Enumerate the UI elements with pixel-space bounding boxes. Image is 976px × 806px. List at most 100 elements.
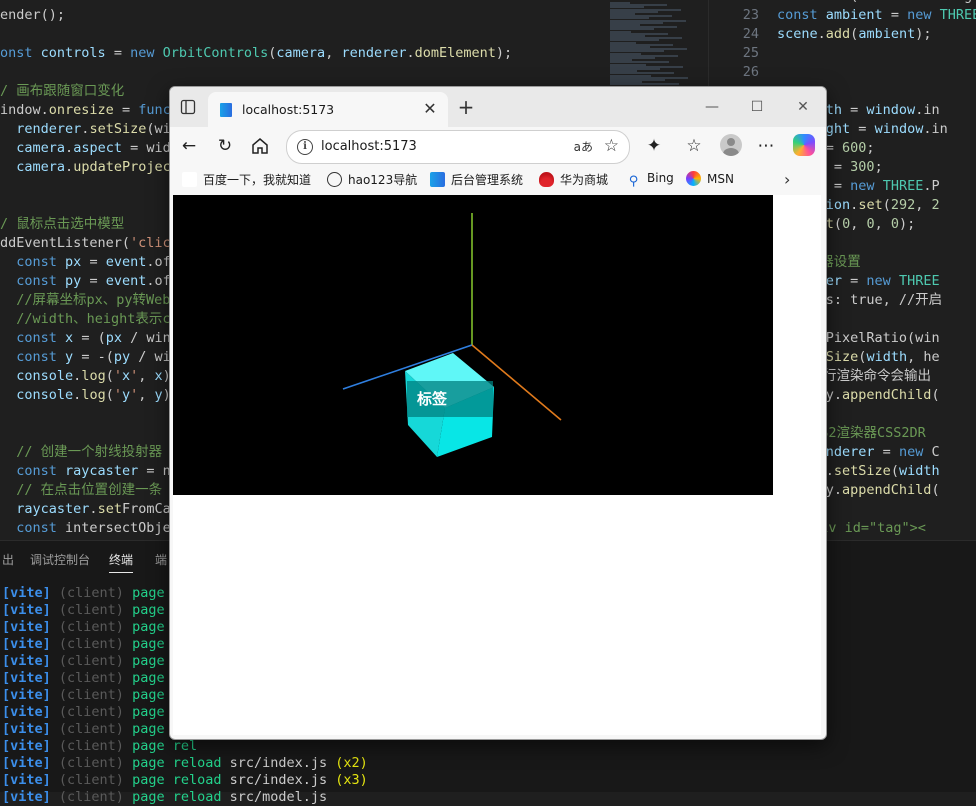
page-viewport[interactable]: 标签: [173, 195, 821, 735]
terminal-msg: page reload: [132, 755, 230, 771]
extensions-puzzle-icon[interactable]: ✦: [644, 136, 664, 156]
favorite-label: hao123导航: [348, 173, 418, 187]
profile-avatar[interactable]: [720, 134, 742, 156]
terminal-line: [vite] (client) page rel: [2, 738, 205, 755]
code-line[interactable]: const px = event.off: [0, 253, 179, 272]
terminal-client: (client): [58, 619, 133, 635]
scene-render: [342, 213, 562, 457]
code-line[interactable]: // 在点击位置创建一条: [0, 481, 162, 500]
code-line[interactable]: indow.onresize = functi: [0, 101, 187, 120]
code-line[interactable]: const intersectObjec: [0, 519, 179, 538]
huawei-icon: [539, 172, 554, 187]
minimize-icon[interactable]: —: [702, 97, 722, 117]
code-line[interactable]: //屏幕坐标px、py转Web: [0, 291, 170, 310]
favorites-bar: 百度一下，我就知道 hao123导航 后台管理系统 华为商城 ⚲ Bing MSN…: [170, 165, 826, 195]
terminal-line: [vite] (client) page reload src/index.js…: [2, 755, 376, 772]
terminal-msg: page rel: [132, 738, 206, 754]
browser-tab-title: localhost:5173: [242, 102, 335, 117]
code-line[interactable]: ddEventListener('click': [0, 234, 187, 253]
terminal-tag: [vite]: [2, 789, 59, 805]
copilot-icon[interactable]: [793, 134, 815, 156]
terminal-file: src/index.js: [229, 772, 336, 788]
favorite-label: Bing: [647, 171, 674, 185]
code-line[interactable]: console.log('x', x);: [0, 367, 179, 386]
browser-tab-active[interactable]: localhost:5173 ✕: [208, 92, 448, 127]
terminal-count: (x3): [335, 772, 376, 788]
terminal-tag: [vite]: [2, 602, 59, 618]
browser-window: localhost:5173 ✕ + — ☐ ✕ ← ↻ i localhost…: [169, 86, 827, 740]
code-line[interactable]: / 鼠标点击选中模型: [0, 215, 124, 234]
code-line[interactable]: camera.aspect = widt: [0, 139, 179, 158]
favorite-huawei[interactable]: 华为商城: [539, 171, 608, 189]
css2d-tag-label[interactable]: 标签: [407, 381, 493, 417]
folder-icon: [430, 172, 445, 187]
chevron-right-icon[interactable]: ›: [784, 170, 790, 189]
terminal-tag: [vite]: [2, 585, 59, 601]
msn-icon: [686, 171, 701, 186]
code-line[interactable]: console.log('y', y);: [0, 386, 179, 405]
code-line[interactable]: camera.updateProject: [0, 158, 179, 177]
code-line[interactable]: const x = (px / wind: [0, 329, 179, 348]
terminal-client: (client): [58, 636, 133, 652]
code-line[interactable]: // 创建一个射线投射器: [0, 443, 162, 462]
tab-actions-icon[interactable]: [180, 99, 196, 115]
favorite-label: 后台管理系统: [451, 173, 524, 187]
code-line[interactable]: onst controls = new OrbitControls(camera…: [0, 44, 512, 63]
terminal-client: (client): [58, 602, 133, 618]
terminal-client: (client): [58, 585, 133, 601]
code-line[interactable]: renderer.setSize(wid: [0, 120, 179, 139]
terminal-tag: [vite]: [2, 721, 59, 737]
line-number: 26: [742, 64, 759, 80]
terminal-tag: [vite]: [2, 670, 59, 686]
tab-terminal[interactable]: 终端: [109, 551, 134, 573]
favorite-label: MSN: [707, 172, 734, 186]
vite-favicon-icon: [220, 103, 232, 117]
line-number: 24: [742, 26, 759, 42]
favorite-msn[interactable]: MSN: [686, 171, 734, 189]
tab-ports[interactable]: 端: [155, 551, 167, 568]
code-line[interactable]: raycaster.setFromCam: [0, 500, 179, 519]
favorite-admin[interactable]: 后台管理系统: [430, 171, 523, 189]
more-menu-icon[interactable]: ⋯: [756, 136, 776, 156]
browser-titlebar: localhost:5173 ✕ + — ☐ ✕: [170, 87, 826, 127]
favorite-baidu[interactable]: 百度一下，我就知道: [182, 171, 311, 189]
editor-minimap[interactable]: [610, 0, 700, 90]
line-number: 25: [742, 45, 759, 61]
terminal-file: src/index.js: [229, 755, 336, 771]
address-bar[interactable]: i localhost:5173 aあ ☆: [286, 130, 630, 164]
code-line[interactable]: scene.add(ambient);: [777, 25, 931, 44]
favorites-list-icon[interactable]: ☆: [684, 136, 704, 156]
favorite-hao123[interactable]: hao123导航: [327, 171, 417, 189]
threejs-canvas[interactable]: 标签: [173, 195, 773, 495]
close-tab-icon[interactable]: ✕: [420, 99, 440, 119]
terminal-tag: [vite]: [2, 755, 59, 771]
terminal-msg: page reload: [132, 789, 230, 805]
refresh-icon[interactable]: ↻: [215, 136, 235, 156]
terminal-tag: [vite]: [2, 772, 59, 788]
code-line[interactable]: const ambient = new THREE.: [777, 6, 976, 25]
code-line[interactable]: const py = event.off: [0, 272, 179, 291]
terminal-tag: [vite]: [2, 636, 59, 652]
site-info-icon[interactable]: i: [297, 139, 313, 155]
terminal-client: (client): [58, 789, 133, 805]
new-tab-plus-icon[interactable]: +: [456, 97, 476, 117]
terminal-client: (client): [58, 755, 133, 771]
favorite-bing[interactable]: ⚲ Bing: [626, 171, 674, 189]
tab-output[interactable]: 出: [2, 551, 14, 568]
code-line[interactable]: const y = -(py / win: [0, 348, 179, 367]
close-window-icon[interactable]: ✕: [793, 97, 813, 117]
favorite-label: 华为商城: [560, 173, 609, 187]
code-line[interactable]: ender();: [0, 6, 65, 25]
code-line[interactable]: const raycaster = ne: [0, 462, 179, 481]
back-arrow-icon[interactable]: ←: [179, 136, 199, 156]
read-aloud-icon[interactable]: aあ: [574, 138, 593, 155]
favorite-star-icon[interactable]: ☆: [604, 136, 619, 156]
code-line[interactable]: //width、height表示c: [0, 310, 170, 329]
terminal-client: (client): [58, 738, 133, 754]
tab-debug-console[interactable]: 调试控制台: [30, 551, 90, 568]
home-icon[interactable]: [251, 137, 269, 155]
code-line[interactable]: / 画布跟随窗口变化: [0, 82, 124, 101]
address-input[interactable]: localhost:5173: [321, 139, 417, 154]
terminal-client: (client): [58, 687, 133, 703]
maximize-icon[interactable]: ☐: [747, 97, 767, 117]
